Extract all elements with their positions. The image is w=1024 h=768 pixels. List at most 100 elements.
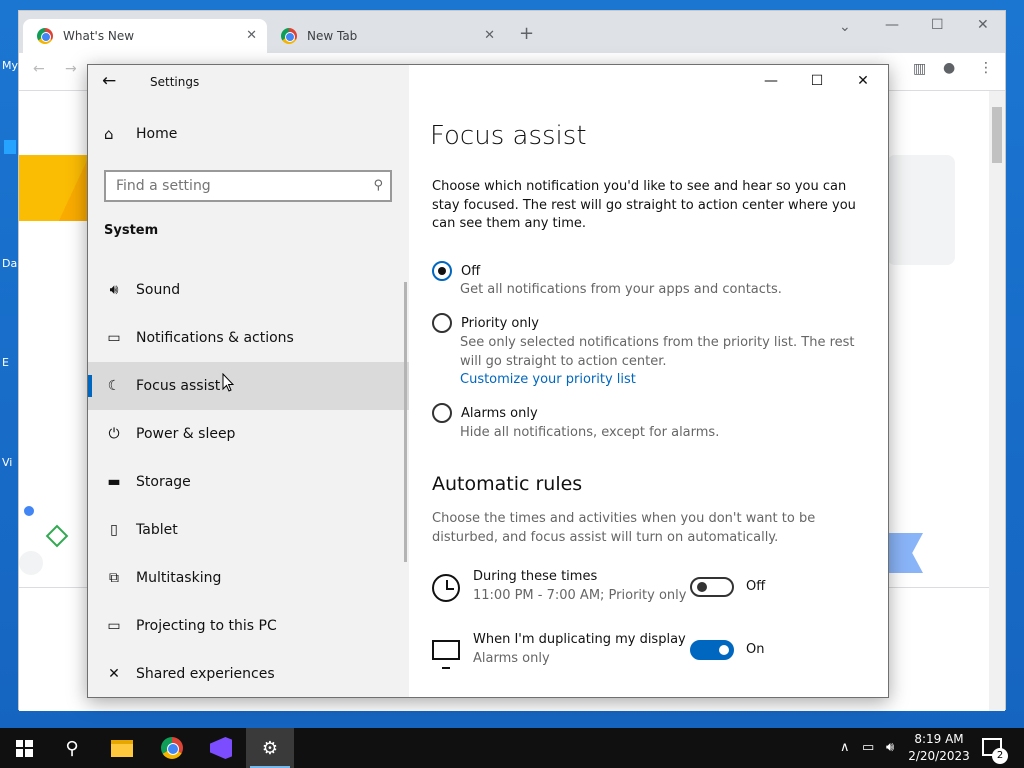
radio-description: Hide all notifications, except for alarm…: [460, 425, 720, 440]
desktop-icon[interactable]: [4, 140, 16, 154]
tab-search-chevron-icon[interactable]: ⌄: [839, 19, 851, 35]
page-description: Choose which notification you'd like to …: [432, 179, 856, 231]
radio-priority-only[interactable]: Priority only: [432, 313, 539, 333]
page-title: Focus assist: [430, 121, 587, 151]
rule-subtitle: Alarms only: [473, 651, 550, 666]
multitasking-icon: ⧉: [109, 570, 119, 586]
find-setting-input[interactable]: [116, 172, 366, 200]
volume-icon[interactable]: 🔊︎: [886, 740, 894, 755]
desktop-icon-label[interactable]: Vi: [2, 456, 12, 469]
sidebar-item-power-sleep[interactable]: ⏻ Power & sleep: [88, 410, 409, 458]
rule-title: When I'm duplicating my display: [473, 632, 686, 647]
maximize-icon[interactable]: ☐: [794, 65, 840, 97]
close-window-icon[interactable]: ✕: [977, 17, 989, 33]
sidebar-item-label: Shared experiences: [136, 666, 275, 682]
sidebar-item-tablet[interactable]: ▯ Tablet: [88, 506, 409, 554]
radio-circle[interactable]: [432, 403, 452, 423]
decorative-diamond: [45, 524, 69, 548]
settings-main: — ☐ ✕ Focus assist Choose which notifica…: [409, 65, 888, 697]
automatic-rules-heading: Automatic rules: [432, 473, 583, 495]
sidebar-item-focus-assist[interactable]: ☾ Focus assist: [88, 362, 409, 410]
search-button[interactable]: ⚲: [48, 728, 96, 768]
power-icon: ⏻: [108, 426, 120, 442]
scrollbar-thumb[interactable]: [992, 107, 1002, 163]
chrome-tab-whats-new[interactable]: What's New ✕: [23, 19, 267, 53]
rule-during-times[interactable]: During these times 11:00 PM - 7:00 AM; P…: [432, 569, 872, 611]
radio-circle[interactable]: [432, 261, 452, 281]
sidebar-item-label: Sound: [136, 282, 181, 298]
toggle-switch[interactable]: [690, 577, 734, 597]
sidebar-item-notifications-actions[interactable]: ▭ Notifications & actions: [88, 314, 409, 362]
chevron-up-icon[interactable]: ∧: [840, 740, 850, 755]
folder-icon: [111, 739, 133, 757]
minimize-icon[interactable]: —: [885, 17, 899, 33]
search-icon[interactable]: ⚲: [373, 178, 383, 193]
settings-sidebar: ← Settings ⌂ Home ⚲ System 🔊︎ Sound ▭ Notif…: [88, 65, 409, 697]
side-panel-icon[interactable]: ▥: [913, 61, 926, 77]
sidebar-item-multitasking[interactable]: ⧉ Multitasking: [88, 554, 409, 602]
search-box[interactable]: ⚲: [104, 170, 392, 202]
divider: [19, 587, 89, 588]
sidebar-scrollbar[interactable]: [404, 282, 407, 562]
minimize-icon[interactable]: —: [748, 65, 794, 97]
chrome-taskbar-button[interactable]: [148, 728, 196, 768]
chrome-scrollbar[interactable]: [989, 91, 1005, 711]
rule-title: During these times: [473, 569, 598, 584]
settings-taskbar-button[interactable]: ⚙: [246, 728, 294, 768]
start-button[interactable]: [0, 728, 48, 768]
chrome-tab-strip: What's New ✕ New Tab ✕ + ⌄ — ☐ ✕: [19, 11, 1005, 53]
clock-icon: [432, 574, 460, 602]
tab-label: What's New: [63, 29, 135, 43]
sidebar-item-projecting-to-this-pc[interactable]: ▭ Projecting to this PC: [88, 602, 409, 650]
file-explorer-button[interactable]: [98, 728, 146, 768]
radio-circle[interactable]: [432, 313, 452, 333]
sidebar-item-label: Tablet: [136, 522, 178, 538]
notification-badge: 2: [992, 748, 1008, 764]
home-link[interactable]: ⌂ Home: [104, 125, 177, 143]
radio-label: Priority only: [461, 315, 539, 331]
chrome-tab-new-tab[interactable]: New Tab ✕: [267, 19, 505, 53]
radio-alarms-only[interactable]: Alarms only: [432, 403, 538, 423]
decorative-banner: [19, 155, 89, 221]
taskbar-clock[interactable]: 8:19 AM 2/20/2023: [908, 731, 970, 765]
close-tab-icon[interactable]: ✕: [484, 28, 495, 43]
section-heading: System: [104, 223, 159, 238]
sidebar-item-label: Projecting to this PC: [136, 618, 277, 634]
gear-icon: ⚙: [261, 737, 279, 759]
decorative-shape: [887, 533, 923, 573]
close-icon[interactable]: ✕: [840, 65, 886, 97]
window-title: Settings: [150, 75, 200, 89]
radio-off[interactable]: Off: [432, 261, 480, 281]
chrome-menu-icon[interactable]: ⋮: [979, 60, 993, 76]
visual-studio-icon: [210, 737, 232, 759]
settings-nav: 🔊︎ Sound ▭ Notifications & actions ☾ Focus as…: [88, 266, 409, 697]
radio-description: Get all notifications from your apps and…: [460, 282, 782, 297]
rule-duplicating-display[interactable]: When I'm duplicating my display Alarms o…: [432, 632, 872, 674]
sidebar-item-shared-experiences[interactable]: ✕ Shared experiences: [88, 650, 409, 697]
home-icon: ⌂: [104, 125, 114, 143]
desktop-icon-label[interactable]: Da: [2, 257, 17, 270]
profile-avatar-icon[interactable]: ●: [943, 60, 955, 76]
radio-label: Alarms only: [461, 405, 538, 421]
settings-window: ← Settings ⌂ Home ⚲ System 🔊︎ Sound ▭ Notif…: [87, 64, 889, 698]
new-tab-plus-icon[interactable]: +: [519, 23, 534, 44]
tablet-icon: ▯: [110, 522, 118, 538]
speaker-icon: 🔊︎: [109, 282, 119, 298]
forward-arrow-icon[interactable]: →: [65, 61, 77, 77]
toggle-switch[interactable]: [690, 640, 734, 660]
maximize-icon[interactable]: ☐: [931, 17, 944, 33]
visual-studio-button[interactable]: [197, 728, 245, 768]
desktop-icon-label[interactable]: My: [2, 59, 18, 72]
customize-priority-link[interactable]: Customize your priority list: [460, 372, 636, 387]
notification-icon: ▭: [107, 330, 121, 346]
back-arrow-icon[interactable]: ←: [33, 61, 45, 77]
close-tab-icon[interactable]: ✕: [246, 28, 257, 43]
search-icon: ⚲: [65, 737, 79, 759]
sidebar-item-sound[interactable]: 🔊︎ Sound: [88, 266, 409, 314]
share-icon: ✕: [108, 666, 120, 682]
network-icon[interactable]: ▭: [862, 740, 874, 755]
toggle-state: Off: [746, 579, 766, 594]
sidebar-item-storage[interactable]: ▬ Storage: [88, 458, 409, 506]
desktop-icon-label[interactable]: E: [2, 356, 9, 369]
back-arrow-icon[interactable]: ←: [102, 71, 124, 93]
